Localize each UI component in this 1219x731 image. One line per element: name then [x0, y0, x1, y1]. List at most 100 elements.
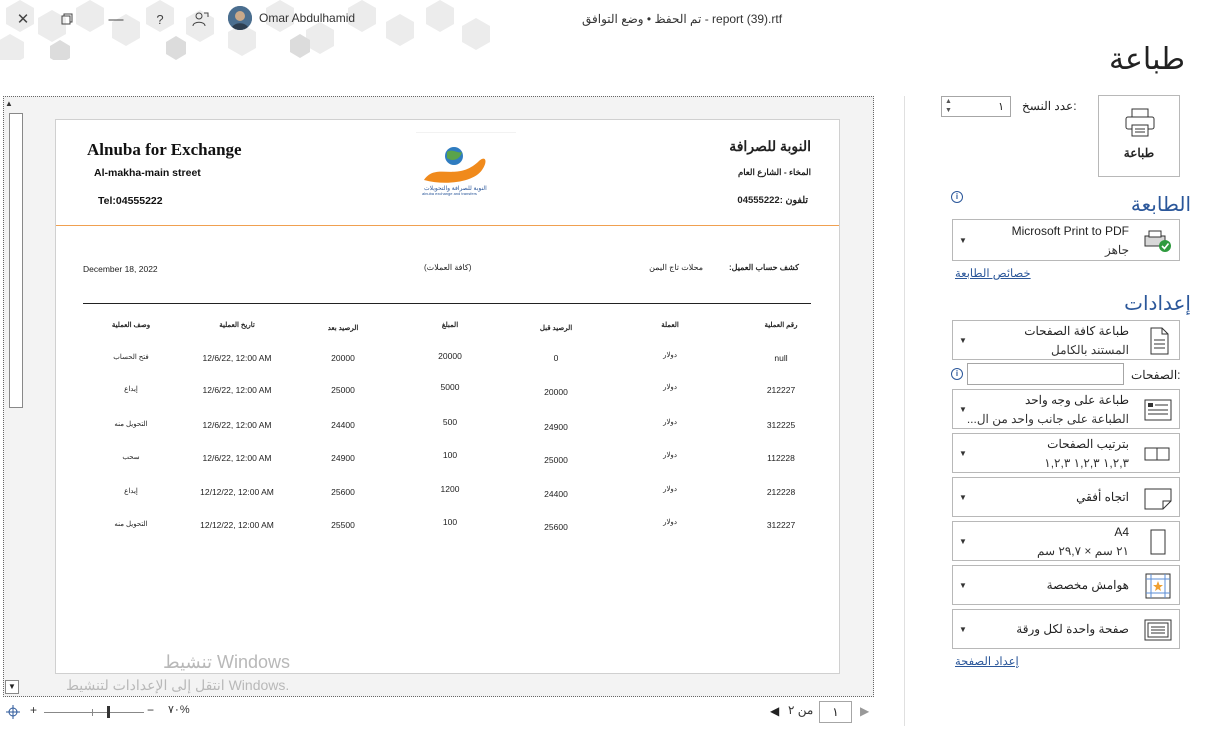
avatar-image-icon: [228, 6, 252, 30]
spin-up-icon[interactable]: ▲: [945, 98, 952, 105]
table-column-header: تاريخ العملية: [219, 322, 255, 329]
document-title: تم الحفظ • وضع التوافق - report (39).rtf: [582, 12, 782, 26]
pages-per-sheet-title: صفحة واحدة لكل ورقة: [1016, 622, 1129, 636]
scroll-down-button[interactable]: ▼: [5, 680, 19, 694]
zoom-slider-thumb[interactable]: [107, 706, 110, 718]
pages-per-sheet-dropdown[interactable]: ▼ صفحة واحدة لكل ورقة: [952, 609, 1180, 649]
table-cell: فتح الحساب: [113, 354, 149, 361]
table-cell: 24400: [331, 420, 355, 430]
sides-dropdown[interactable]: ▼ طباعة على وجه واحد الطباعة على جانب وا…: [952, 389, 1180, 429]
table-column-header: الرصيد بعد: [327, 325, 359, 332]
next-page-button[interactable]: ◀: [770, 704, 779, 718]
user-name[interactable]: Omar Abdulhamid: [259, 11, 355, 25]
info-icon[interactable]: i: [951, 191, 963, 203]
statement-label: كشف حساب العميل:: [728, 263, 799, 272]
collate-icon: [1144, 447, 1170, 461]
share-button[interactable]: [186, 6, 216, 32]
printer-dropdown[interactable]: ▼ Microsoft Print to PDF جاهز: [952, 219, 1180, 261]
spin-down-icon[interactable]: ▼: [945, 107, 952, 114]
paper-size-title: A4: [1114, 525, 1129, 539]
table-cell: 12/6/22, 12:00 AM: [202, 353, 272, 363]
fit-page-button[interactable]: [6, 705, 20, 724]
printer-name: Microsoft Print to PDF: [1011, 224, 1129, 238]
chevron-down-icon: ▼: [959, 336, 967, 345]
paper-size-dropdown[interactable]: ▼ A4 ٢١ سم × ٢٩,٧ سم: [952, 521, 1180, 561]
page-number-input[interactable]: ١: [819, 701, 852, 723]
table-cell: 12/6/22, 12:00 AM: [202, 453, 272, 463]
help-button[interactable]: ?: [145, 6, 175, 32]
table-cell: 20000: [331, 353, 355, 363]
close-button[interactable]: ✕: [8, 6, 38, 32]
zoom-out-button[interactable]: −: [147, 703, 154, 717]
table-cell: 25000: [331, 385, 355, 395]
activation-watermark-title: تنشيط Windows: [163, 652, 291, 672]
table-cell: 24400: [544, 489, 568, 499]
margins-title: هوامش مخصصة: [1046, 578, 1129, 592]
orientation-dropdown[interactable]: ▼ اتجاه أفقي: [952, 477, 1180, 517]
copies-spinner[interactable]: ١ ▲ ▼: [941, 96, 1011, 117]
currencies-filter: (كافة العملات): [424, 263, 472, 272]
report-page: Alnuba for Exchange Al-makha-main street…: [55, 119, 840, 674]
street-en: Al-makha-main street: [94, 167, 201, 179]
table-top-rule: [83, 303, 811, 304]
pages-input[interactable]: [967, 363, 1124, 385]
table-cell: 25500: [331, 520, 355, 530]
table-cell: 312227: [766, 520, 796, 530]
table-cell: 500: [442, 417, 458, 427]
restore-button[interactable]: [52, 6, 82, 32]
print-range-dropdown[interactable]: ▼ طباعة كافة الصفحات المستند بالكامل: [952, 320, 1180, 360]
collate-dropdown[interactable]: ▼ بترتيب الصفحات ١,٢,٣ ١,٢,٣ ١,٢,٣: [952, 433, 1180, 473]
margins-dropdown[interactable]: ▼ هوامش مخصصة: [952, 565, 1180, 605]
page-title: طباعة: [1108, 42, 1185, 77]
left-arrow-icon: ◀: [770, 704, 780, 718]
tel-ar: تلفون :04555222: [737, 195, 808, 206]
avatar[interactable]: [228, 6, 252, 30]
margins-icon: [1145, 573, 1171, 599]
print-range-title: طباعة كافة الصفحات: [1024, 324, 1129, 338]
chevron-down-icon: ▼: [959, 449, 967, 458]
sides-title: طباعة على وجه واحد: [1024, 393, 1129, 407]
compat-mode: وضع التوافق: [582, 12, 644, 26]
scroll-up-icon[interactable]: ▲: [5, 99, 13, 108]
table-cell: التحويل منه: [114, 521, 148, 528]
zoom-in-button[interactable]: +: [30, 703, 37, 717]
minimize-button[interactable]: —: [101, 6, 131, 32]
vertical-scrollbar-thumb[interactable]: [9, 113, 23, 408]
prev-page-button[interactable]: ▶: [860, 704, 869, 718]
print-button[interactable]: طباعة: [1098, 95, 1180, 177]
help-icon: ?: [156, 11, 164, 27]
pages-info-icon[interactable]: i: [951, 368, 963, 380]
table-cell: 100: [442, 517, 458, 527]
table-cell: 20000: [544, 387, 568, 397]
print-preview: ▲ ▼ Alnuba for Exchange Al-makha-main st…: [3, 96, 874, 697]
street-ar: المخاء - الشارع العام: [737, 167, 811, 177]
pages-per-sheet-icon: [1144, 619, 1172, 641]
zoom-slider[interactable]: [44, 712, 144, 713]
pages-label: الصفحات:: [1131, 368, 1181, 382]
paper-size-icon: [1150, 529, 1166, 555]
single-side-icon: [1144, 399, 1172, 421]
table-cell: دولار: [663, 452, 677, 459]
chevron-down-icon: ▼: [959, 405, 967, 414]
printer-properties-link[interactable]: خصائص الطابعة: [955, 266, 1031, 280]
chevron-down-icon: ▼: [959, 236, 967, 245]
table-cell: 312225: [766, 420, 796, 430]
copies-label: عدد النسخ:: [1022, 99, 1077, 113]
scroll-down-icon: ▼: [8, 682, 16, 691]
saved-status: تم الحفظ: [654, 12, 702, 26]
page-setup-link[interactable]: إعداد الصفحة: [955, 654, 1019, 668]
table-cell: دولار: [663, 486, 677, 493]
activation-watermark-text: انتقل إلى الإعدادات لتنشيط Windows.: [66, 677, 290, 693]
table-cell: 25600: [331, 487, 355, 497]
close-icon: ✕: [16, 11, 30, 28]
title-dash: -: [704, 12, 713, 26]
table-cell: دولار: [663, 352, 677, 359]
print-settings-panel: طباعة طباعة عدد النسخ: ١ ▲ ▼ الطابعة i ▼…: [905, 40, 1219, 731]
orientation-title: اتجاه أفقي: [1076, 490, 1129, 504]
zoom-level[interactable]: ٧٠%: [168, 703, 190, 716]
table-column-header: العملة: [661, 322, 679, 329]
file-name: report (39).rtf: [712, 12, 783, 26]
table-cell: إيداع: [124, 488, 138, 495]
copies-value[interactable]: ١: [998, 100, 1004, 113]
chevron-down-icon: ▼: [959, 625, 967, 634]
